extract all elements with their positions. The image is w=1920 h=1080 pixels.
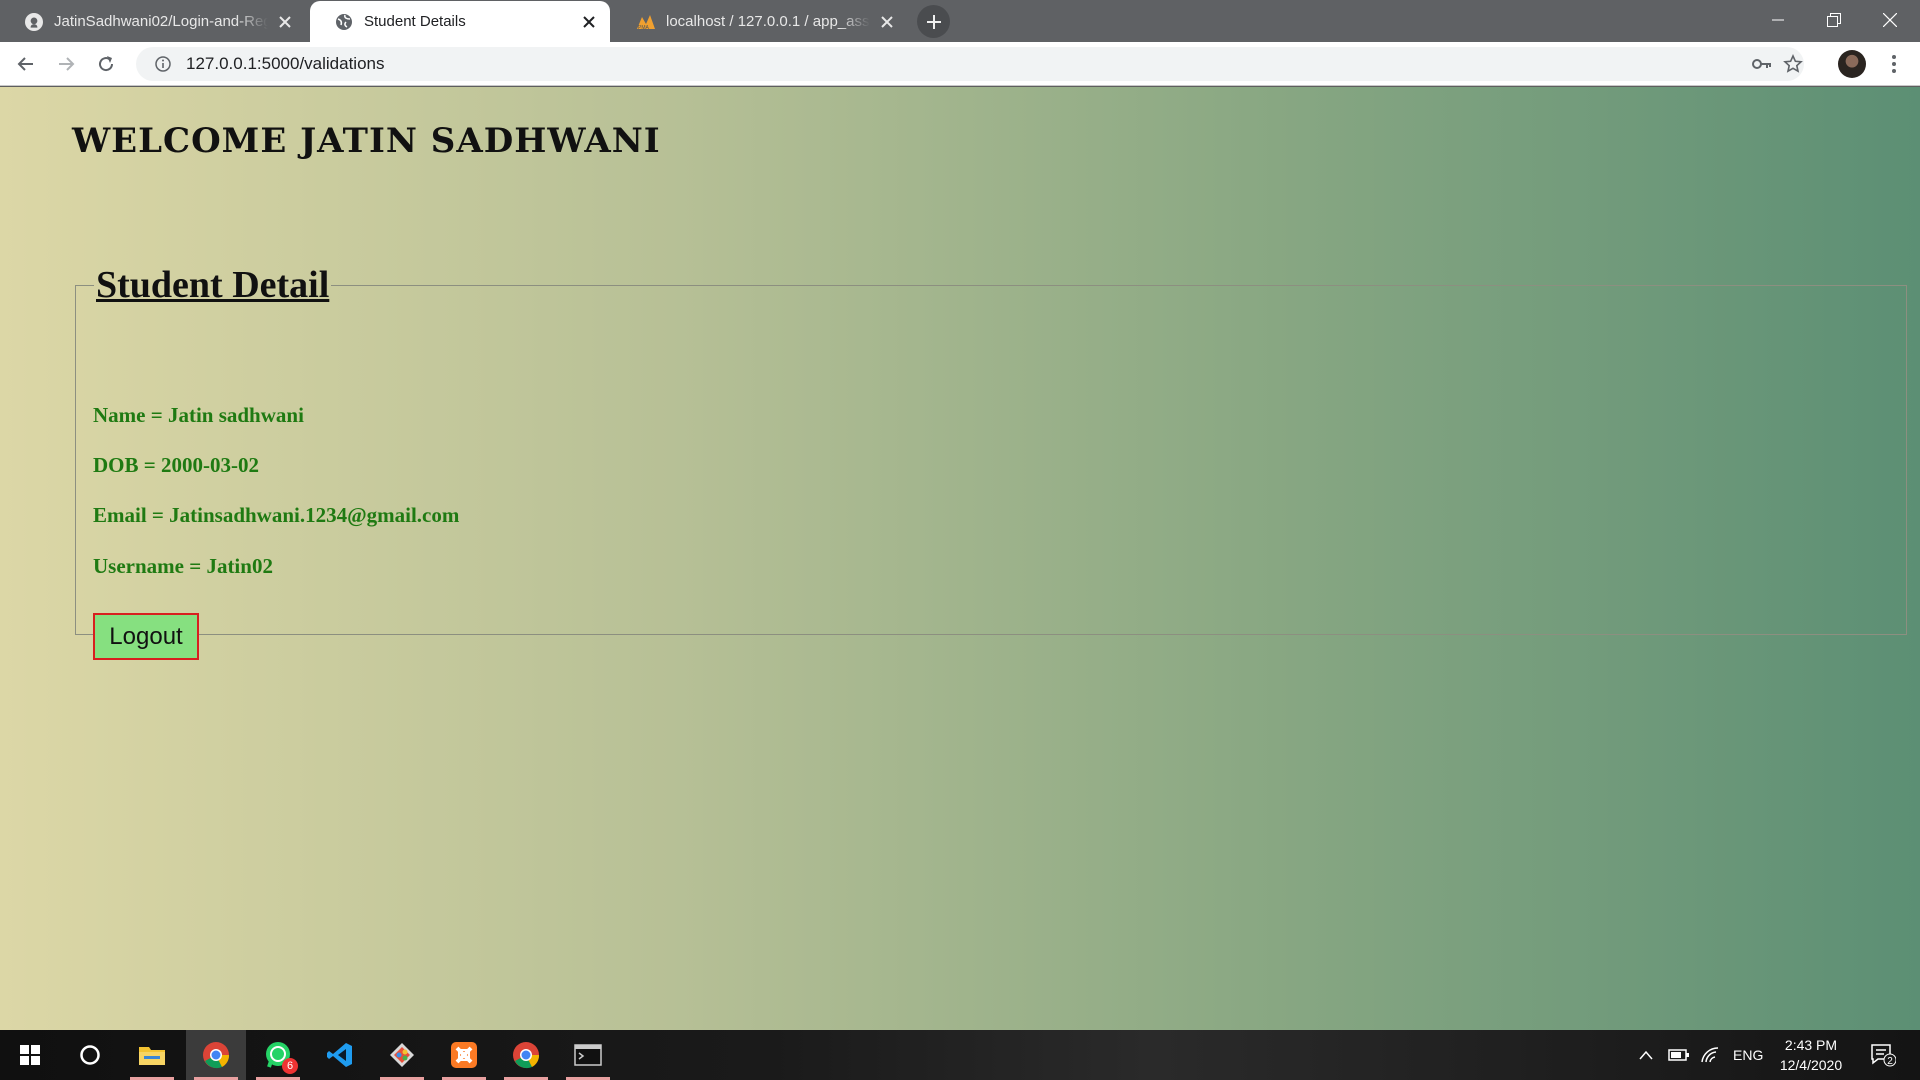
chevron-up-icon [1639,1050,1653,1060]
tab-title: localhost / 127.0.0.1 / app_assignment [666,13,870,30]
git-icon [390,1043,414,1067]
show-hidden-icons[interactable] [1638,1030,1654,1080]
taskbar-whatsapp[interactable]: 6 [248,1030,308,1080]
github-icon [24,12,44,32]
arrow-left-icon [17,57,33,71]
clock-date: 12/4/2020 [1779,1057,1843,1073]
start-button[interactable] [0,1030,60,1080]
taskbar-clock[interactable]: 2:43 PM 12/4/2020 [1766,1035,1856,1075]
phpmyadmin-icon: PMA [636,12,656,32]
taskbar-chrome[interactable] [186,1030,246,1080]
address-bar[interactable]: 127.0.0.1:5000/validations [136,47,1804,81]
clock-time: 2:43 PM [1784,1037,1838,1053]
student-detail-legend: Student Detail [96,264,330,306]
close-icon[interactable] [580,13,598,31]
svg-text:PMA: PMA [638,25,650,30]
info-icon[interactable] [148,56,178,72]
more-vertical-icon [1892,55,1896,73]
taskbar-file-explorer[interactable] [122,1030,182,1080]
name-field: Name = Jatin sadhwani [93,403,304,427]
cortana-button[interactable] [60,1030,120,1080]
action-center-button[interactable]: 2 [1868,1040,1898,1070]
reload-icon [99,56,114,72]
minimize-button[interactable] [1750,0,1806,40]
page-content: Welcome Jatin Sadhwani Student Detail Na… [0,87,1920,1030]
email-field: Email = Jatinsadhwani.1234@gmail.com [93,503,460,527]
chrome-menu-button[interactable] [1880,50,1908,78]
new-tab-button[interactable] [917,5,950,38]
back-button[interactable] [10,48,42,80]
forward-button[interactable] [50,48,82,80]
star-icon[interactable] [1778,47,1808,81]
battery-status[interactable] [1668,1030,1690,1080]
logout-button[interactable]: Logout [93,613,199,660]
battery-icon [1668,1049,1689,1061]
chrome-icon [513,1042,540,1069]
tab-strip: JatinSadhwani02/Login-and-Registration S… [0,0,1920,42]
whatsapp-badge: 6 [282,1058,298,1074]
profile-avatar[interactable] [1838,50,1866,78]
arrow-right-icon [59,57,75,71]
terminal-icon [574,1044,602,1066]
notification-count: 2 [1887,1056,1893,1067]
windows-start-icon [20,1045,40,1065]
tab-github[interactable]: JatinSadhwani02/Login-and-Registration [0,1,306,42]
network-status[interactable] [1700,1030,1720,1080]
close-icon[interactable] [878,13,896,31]
taskbar-chrome-2[interactable] [496,1030,556,1080]
reload-button[interactable] [90,48,122,80]
wifi-icon [1701,1047,1719,1063]
xampp-icon [451,1042,477,1068]
globe-icon [334,12,354,32]
file-explorer-icon [139,1047,165,1065]
welcome-heading: Welcome Jatin Sadhwani [72,121,661,161]
dob-field: DOB = 2000-03-02 [93,453,259,477]
tab-title: Student Details [364,13,466,30]
cortana-icon [80,1045,100,1065]
notification-icon: 2 [1871,1044,1896,1067]
minimize-icon [1772,19,1784,21]
key-icon[interactable] [1747,47,1777,81]
restore-button[interactable] [1806,0,1862,40]
tab-student-details[interactable]: Student Details [310,1,610,42]
chrome-icon [203,1042,230,1069]
taskbar-xampp[interactable] [434,1030,494,1080]
restore-icon [1827,13,1841,27]
windows-taskbar: 6 ENG 2:43 PM 12/4/2020 2 [0,1030,1920,1080]
close-icon[interactable] [276,13,294,31]
vscode-icon [327,1043,352,1067]
plus-icon [926,14,941,29]
taskbar-git[interactable] [372,1030,432,1080]
taskbar-terminal[interactable] [558,1030,618,1080]
language-indicator[interactable]: ENG [1733,1030,1763,1080]
url-text: 127.0.0.1:5000/validations [186,54,385,73]
username-field: Username = Jatin02 [93,554,273,578]
close-window-button[interactable] [1862,0,1918,40]
close-icon [1883,13,1897,27]
tab-title: JatinSadhwani02/Login-and-Registration [54,13,268,30]
student-detail-fieldset: Student Detail Name = Jatin sadhwani DOB… [75,263,1907,660]
taskbar-vscode[interactable] [310,1030,370,1080]
tab-phpmyadmin[interactable]: PMA localhost / 127.0.0.1 / app_assignme… [612,1,908,42]
browser-toolbar: 127.0.0.1:5000/validations [0,42,1920,86]
